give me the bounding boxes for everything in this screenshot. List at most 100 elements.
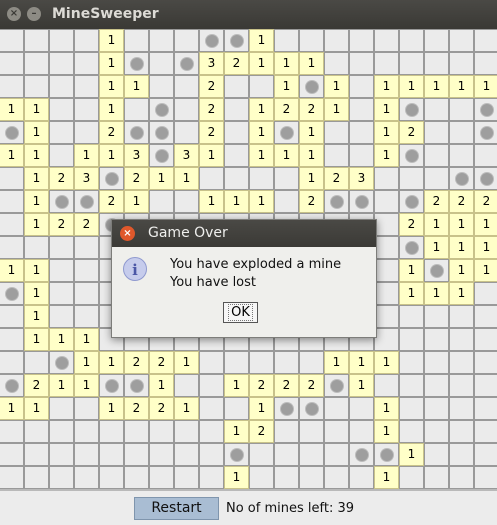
mine-icon[interactable] — [124, 52, 149, 75]
board-cell-number[interactable]: 2 — [149, 397, 174, 420]
board-cell[interactable] — [224, 121, 249, 144]
board-cell-number[interactable]: 2 — [124, 167, 149, 190]
board-cell[interactable] — [74, 443, 99, 466]
board-cell[interactable] — [24, 75, 49, 98]
board-cell[interactable] — [449, 121, 474, 144]
board-cell-number[interactable]: 1 — [374, 397, 399, 420]
board-cell-number[interactable]: 2 — [124, 351, 149, 374]
board-cell[interactable] — [224, 98, 249, 121]
board-cell-number[interactable]: 2 — [424, 190, 449, 213]
mine-icon[interactable] — [399, 190, 424, 213]
board-cell[interactable] — [474, 443, 497, 466]
board-cell-number[interactable]: 1 — [374, 351, 399, 374]
board-cell[interactable] — [449, 144, 474, 167]
board-cell[interactable] — [374, 259, 399, 282]
board-cell-number[interactable]: 2 — [99, 190, 124, 213]
board-cell[interactable] — [324, 52, 349, 75]
board-cell-number[interactable]: 1 — [474, 213, 497, 236]
mine-icon[interactable] — [474, 98, 497, 121]
board-cell-number[interactable]: 1 — [349, 351, 374, 374]
board-cell[interactable] — [49, 236, 74, 259]
board-cell-number[interactable]: 1 — [24, 144, 49, 167]
board-cell-number[interactable]: 1 — [474, 236, 497, 259]
board-cell[interactable] — [24, 52, 49, 75]
board-cell[interactable] — [49, 259, 74, 282]
board-cell[interactable] — [449, 374, 474, 397]
board-cell-number[interactable]: 1 — [249, 121, 274, 144]
board-cell[interactable] — [424, 466, 449, 489]
board-cell-number[interactable]: 2 — [474, 190, 497, 213]
board-cell-number[interactable]: 2 — [299, 374, 324, 397]
board-cell-number[interactable]: 1 — [274, 52, 299, 75]
board-cell[interactable] — [474, 29, 497, 52]
board-cell-number[interactable]: 1 — [149, 167, 174, 190]
board-cell[interactable] — [74, 397, 99, 420]
board-cell[interactable] — [374, 29, 399, 52]
mine-icon[interactable] — [199, 29, 224, 52]
board-cell[interactable] — [324, 121, 349, 144]
board-cell-number[interactable]: 2 — [199, 75, 224, 98]
board-cell[interactable] — [424, 328, 449, 351]
board-cell-number[interactable]: 1 — [299, 144, 324, 167]
board-cell-number[interactable]: 1 — [399, 282, 424, 305]
board-cell[interactable] — [199, 443, 224, 466]
close-icon[interactable]: × — [7, 7, 21, 21]
mine-icon[interactable] — [149, 98, 174, 121]
board-cell-number[interactable]: 2 — [224, 52, 249, 75]
board-cell[interactable] — [74, 236, 99, 259]
board-cell-number[interactable]: 2 — [299, 190, 324, 213]
board-cell[interactable] — [0, 443, 24, 466]
board-cell-number[interactable]: 1 — [249, 190, 274, 213]
mine-icon[interactable] — [349, 443, 374, 466]
board-cell-number[interactable]: 1 — [74, 328, 99, 351]
restart-button[interactable]: Restart — [134, 497, 219, 520]
board-cell[interactable] — [349, 98, 374, 121]
board-cell[interactable] — [0, 213, 24, 236]
board-cell-number[interactable]: 1 — [299, 121, 324, 144]
board-cell-number[interactable]: 2 — [74, 213, 99, 236]
board-cell-number[interactable]: 1 — [399, 75, 424, 98]
board-cell-number[interactable]: 3 — [174, 144, 199, 167]
board-cell-number[interactable]: 1 — [249, 397, 274, 420]
board-cell-number[interactable]: 1 — [0, 98, 24, 121]
board-cell[interactable] — [449, 52, 474, 75]
board-cell[interactable] — [399, 374, 424, 397]
board-cell[interactable] — [349, 52, 374, 75]
mine-icon[interactable] — [474, 167, 497, 190]
board-cell[interactable] — [0, 305, 24, 328]
board-cell[interactable] — [74, 420, 99, 443]
board-cell-number[interactable]: 2 — [49, 167, 74, 190]
board-cell[interactable] — [424, 98, 449, 121]
mine-icon[interactable] — [474, 121, 497, 144]
board-cell[interactable] — [399, 351, 424, 374]
board-cell[interactable] — [124, 420, 149, 443]
board-cell[interactable] — [399, 466, 424, 489]
board-cell[interactable] — [474, 144, 497, 167]
board-cell[interactable] — [424, 397, 449, 420]
board-cell[interactable] — [274, 443, 299, 466]
board-cell[interactable] — [149, 443, 174, 466]
board-cell[interactable] — [349, 75, 374, 98]
mine-icon[interactable] — [299, 397, 324, 420]
board-cell[interactable] — [49, 29, 74, 52]
board-cell[interactable] — [199, 351, 224, 374]
board-cell[interactable] — [199, 466, 224, 489]
board-cell-number[interactable]: 1 — [24, 121, 49, 144]
board-cell[interactable] — [324, 144, 349, 167]
board-cell-number[interactable]: 1 — [24, 98, 49, 121]
board-cell-number[interactable]: 2 — [299, 98, 324, 121]
board-cell-number[interactable]: 3 — [349, 167, 374, 190]
board-cell[interactable] — [424, 52, 449, 75]
board-cell-number[interactable]: 1 — [224, 374, 249, 397]
board-cell-number[interactable]: 2 — [124, 397, 149, 420]
board-cell[interactable] — [299, 420, 324, 443]
ok-button[interactable]: OK — [223, 302, 258, 323]
board-cell-number[interactable]: 1 — [24, 190, 49, 213]
board-cell[interactable] — [149, 190, 174, 213]
board-cell[interactable] — [449, 466, 474, 489]
mine-icon[interactable] — [324, 190, 349, 213]
board-cell-number[interactable]: 3 — [124, 144, 149, 167]
board-cell[interactable] — [74, 52, 99, 75]
board-cell[interactable] — [424, 443, 449, 466]
mine-icon[interactable] — [124, 374, 149, 397]
